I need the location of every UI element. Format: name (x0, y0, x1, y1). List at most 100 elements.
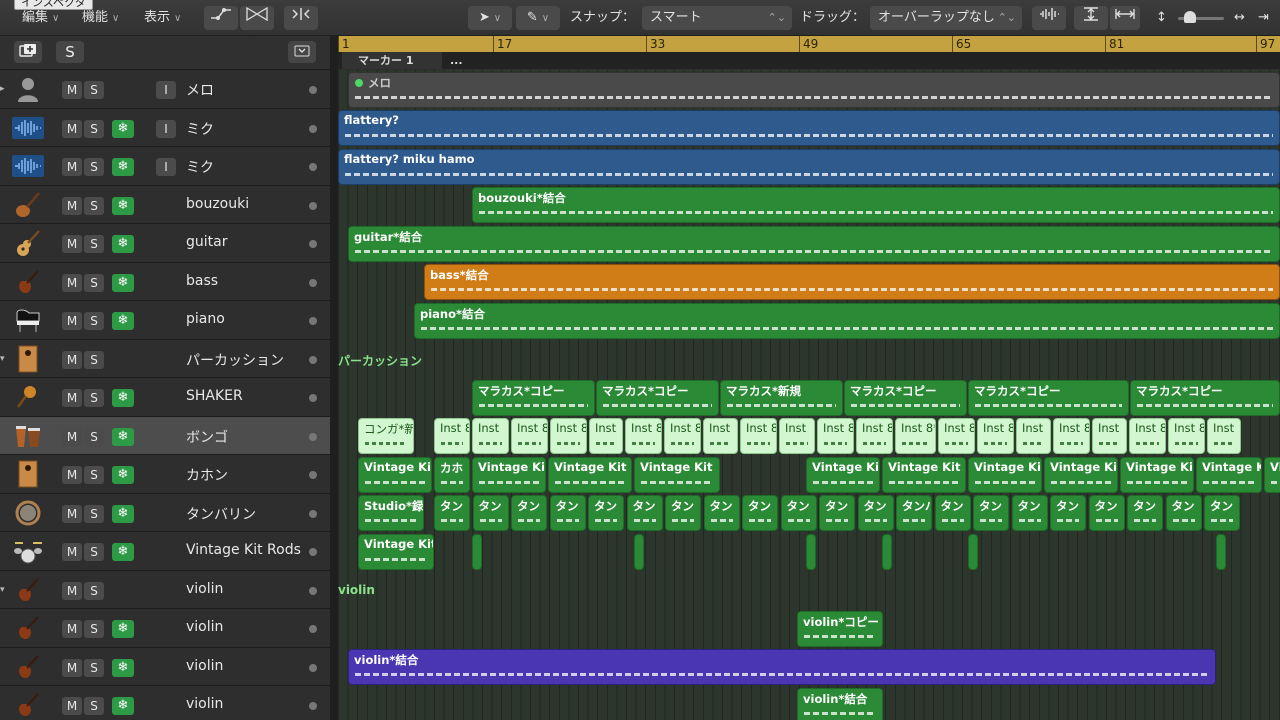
freeze-button[interactable]: ❄ (112, 466, 134, 484)
region[interactable]: bouzouki*結合 (472, 187, 1280, 223)
region[interactable] (806, 533, 816, 570)
waveform-icon[interactable] (10, 113, 46, 143)
solo-button[interactable]: S (84, 389, 104, 407)
track-name[interactable]: guitar (186, 234, 227, 250)
freeze-button[interactable]: ❄ (112, 273, 134, 292)
freeze-button[interactable]: ❄ (112, 158, 134, 176)
disclosure-triangle-icon[interactable]: ▸ (0, 84, 5, 94)
region[interactable]: タン (1127, 495, 1163, 531)
solo-button[interactable]: S (84, 504, 104, 523)
mute-button[interactable]: M (62, 81, 82, 99)
tambourine-icon[interactable] (10, 498, 46, 528)
solo-button[interactable]: S (84, 312, 104, 330)
track-name[interactable]: SHAKER (186, 388, 243, 404)
disclosure-triangle-icon[interactable]: ▾ (0, 354, 5, 364)
collapse-icon[interactable] (288, 41, 316, 63)
freeze-button[interactable]: ❄ (112, 119, 134, 138)
command-tool[interactable]: ✎ ∨ (516, 6, 560, 30)
track-row[interactable]: M S ❄ piano (0, 301, 330, 340)
solo-button[interactable]: S (84, 158, 104, 176)
track-row[interactable]: M S ❄ violin (0, 686, 330, 720)
region[interactable]: Inst (1207, 418, 1241, 454)
region[interactable]: Inst 8 (550, 418, 587, 454)
automation-icon[interactable] (204, 6, 238, 30)
track-row[interactable]: ▾ M Sviolin (0, 570, 330, 609)
region[interactable]: bass*結合 (424, 264, 1280, 300)
region[interactable]: コンガ*新 (358, 418, 414, 454)
region[interactable]: タン (665, 495, 701, 531)
region[interactable]: Inst 8 (856, 418, 893, 454)
region[interactable]: マラカス*コピー (472, 379, 595, 416)
cajon-icon[interactable] (10, 344, 46, 374)
flex-icon[interactable] (240, 6, 274, 30)
region[interactable]: タン (434, 495, 470, 531)
global-solo-button[interactable]: S (56, 41, 84, 63)
solo-button[interactable]: S (84, 196, 104, 215)
region[interactable]: タン (973, 495, 1009, 531)
drag-select[interactable]: オーバーラップなし ⌃⌄ (870, 6, 1022, 30)
region[interactable]: タン (1050, 495, 1086, 531)
region[interactable]: タン (1165, 495, 1202, 531)
marker-1[interactable]: マーカー 1 (342, 52, 442, 69)
region[interactable]: タン (549, 495, 586, 531)
track-name[interactable]: ボンゴ (186, 427, 228, 447)
mute-button[interactable]: M (62, 581, 82, 600)
region[interactable]: タン (472, 495, 509, 531)
piano-icon[interactable] (10, 305, 46, 335)
bouzouki-icon[interactable] (10, 190, 46, 220)
region[interactable]: violin*コピー (797, 610, 883, 647)
track-row[interactable]: M S ❄ I ミク (0, 147, 330, 186)
mute-button[interactable]: M (62, 504, 82, 523)
track-lanes[interactable]: メロ flattery? flattery? miku hamo bouzouki*結… (338, 70, 1280, 720)
solo-button[interactable]: S (84, 427, 104, 446)
track-name[interactable]: ミク (186, 157, 214, 177)
waveform-zoom-icon[interactable] (1032, 6, 1066, 30)
region[interactable]: Inst (589, 418, 623, 454)
input-monitor-button[interactable]: I (156, 119, 176, 138)
solo-button[interactable]: S (84, 697, 104, 715)
region[interactable] (634, 533, 644, 570)
track-row[interactable]: ▾ M S パーカッション (0, 339, 330, 378)
track-row[interactable]: M S ❄ violin (0, 609, 330, 648)
region[interactable] (882, 533, 892, 570)
solo-button[interactable]: S (84, 581, 104, 600)
arrange-area[interactable]: 1 17 33 49 65 81 97 マーカー 1 ... メロ flattery? flat… (338, 36, 1280, 720)
input-monitor-button[interactable]: I (156, 158, 176, 176)
region[interactable]: piano*結合 (414, 302, 1280, 339)
freeze-button[interactable]: ❄ (112, 389, 134, 407)
region[interactable]: Inst 8 (1053, 418, 1090, 454)
solo-button[interactable]: S (84, 119, 104, 138)
mute-button[interactable]: M (62, 350, 82, 369)
pointer-tool[interactable]: ➤ ∨ (468, 6, 512, 30)
region[interactable]: Vintage Kit (634, 456, 720, 493)
input-monitor-button[interactable]: I (156, 81, 176, 99)
track-row[interactable]: M S ❄ bouzouki (0, 185, 330, 224)
track-row[interactable]: ▸ M S I メロ (0, 70, 330, 109)
catch-playhead-icon[interactable] (284, 6, 318, 30)
mute-button[interactable]: M (62, 312, 82, 330)
region[interactable]: Inst (1092, 418, 1127, 454)
mute-button[interactable]: M (62, 273, 82, 292)
maracas-icon[interactable] (10, 382, 46, 412)
region[interactable]: Inst 8 (1129, 418, 1166, 454)
track-row[interactable]: M S ❄ violin (0, 647, 330, 686)
region[interactable]: タン (1011, 495, 1048, 531)
region[interactable]: タン (857, 495, 894, 531)
bar-ruler[interactable]: 1 17 33 49 65 81 97 (338, 36, 1280, 52)
bongo-icon[interactable] (10, 421, 46, 451)
add-track-icon[interactable] (14, 41, 42, 63)
region[interactable]: Inst (779, 418, 815, 454)
guitar-icon[interactable] (10, 228, 46, 258)
region[interactable]: タン (780, 495, 817, 531)
region[interactable]: Inst 8 (938, 418, 975, 454)
violin-icon[interactable] (10, 652, 46, 682)
person-icon[interactable] (10, 74, 46, 104)
track-name[interactable]: violin (186, 581, 223, 597)
mute-button[interactable]: M (62, 697, 82, 715)
snap-select[interactable]: スマート ⌃⌄ (642, 6, 792, 30)
region[interactable]: マラカス*コピー (844, 379, 967, 416)
region[interactable]: Vintage Kit (358, 456, 432, 493)
region[interactable] (472, 533, 482, 570)
track-name[interactable]: カホン (186, 465, 228, 485)
mute-button[interactable]: M (62, 196, 82, 215)
